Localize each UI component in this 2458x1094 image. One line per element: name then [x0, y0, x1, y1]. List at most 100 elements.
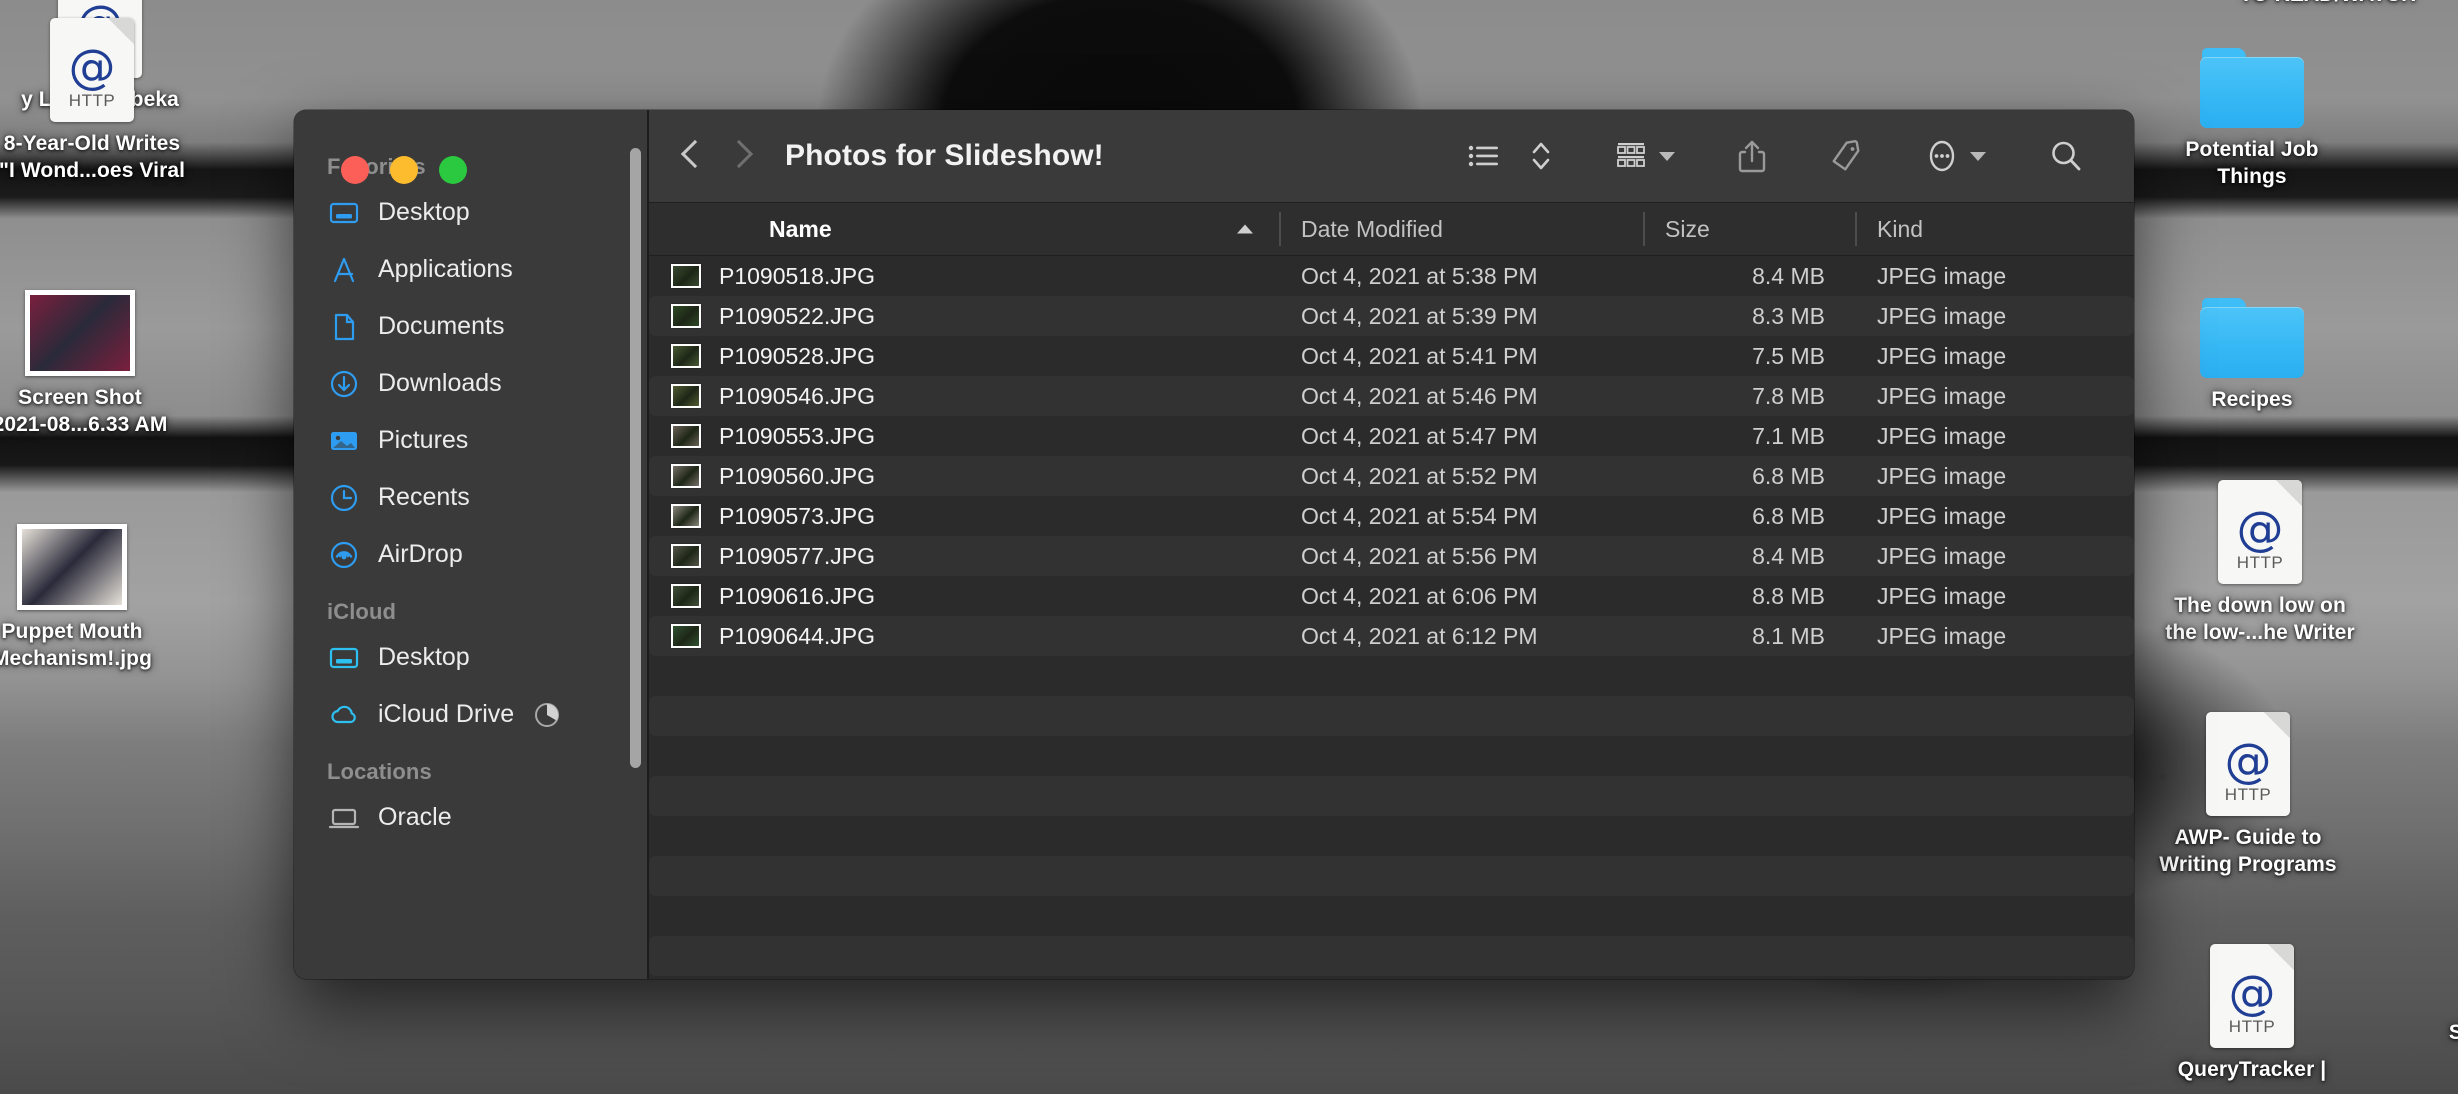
search-icon	[2052, 141, 2081, 171]
table-row[interactable]: P1090553.JPG Oct 4, 2021 at 5:47 PM 7.1 MB…	[649, 416, 2134, 456]
folder-icon	[2200, 48, 2304, 128]
table-row[interactable]: P1090644.JPG Oct 4, 2021 at 6:12 PM 8.1 MB…	[649, 616, 2134, 656]
sidebar-item-downloads[interactable]: Downloads	[294, 355, 649, 412]
sidebar-scrollbar[interactable]	[630, 148, 641, 768]
cloud-icon	[327, 698, 361, 732]
desktop-icon-glyph: @HTTP	[2206, 712, 2290, 816]
file-name-cell: P1090528.JPG	[649, 343, 1279, 370]
table-row[interactable]: P1090616.JPG Oct 4, 2021 at 6:06 PM 8.8 MB…	[649, 576, 2134, 616]
clock-icon	[327, 481, 361, 515]
desktop-icon-label: Screen Shot 2021-08...6.33 AM	[0, 386, 168, 436]
sidebar-item-recents[interactable]: Recents	[294, 469, 649, 526]
file-list[interactable]: P1090518.JPG Oct 4, 2021 at 5:38 PM 8.4 MB…	[649, 256, 2134, 979]
table-row[interactable]: P1090518.JPG Oct 4, 2021 at 5:38 PM 8.4 MB…	[649, 256, 2134, 296]
table-row[interactable]: P1090522.JPG Oct 4, 2021 at 5:39 PM 8.3 MB…	[649, 296, 2134, 336]
column-header-name[interactable]: Name	[649, 203, 1279, 255]
file-name-cell: P1090577.JPG	[649, 543, 1279, 570]
desktop-icon	[327, 641, 361, 675]
close-button[interactable]	[341, 156, 369, 184]
sort-order-button[interactable]	[1516, 128, 1566, 184]
sidebar-item-desktop[interactable]: Desktop	[294, 629, 649, 686]
desktop-icon-to-read-watch-folder[interactable]: TO READ/WATCH	[2228, 0, 2428, 9]
tags-button[interactable]	[1815, 128, 1877, 184]
forward-button[interactable]	[729, 138, 751, 174]
folder-body	[2200, 57, 2304, 128]
back-button[interactable]	[681, 138, 703, 174]
desktop-icon-an-partial-label[interactable]: An	[2404, 306, 2458, 333]
sidebar-item-label: Oracle	[378, 803, 452, 831]
sidebar-item-label: Documents	[378, 312, 505, 340]
sidebar-item-oracle[interactable]: Oracle	[294, 789, 649, 846]
minimize-button[interactable]	[390, 156, 418, 184]
share-button[interactable]	[1723, 128, 1781, 184]
desktop-icon-glyph	[2200, 48, 2304, 128]
sidebar-item-airdrop[interactable]: AirDrop	[294, 526, 649, 583]
desktop-icon-the-down-low-webloc[interactable]: @ HTTP The down low on the low-...he Write…	[2160, 480, 2360, 647]
list-view-button[interactable]	[1454, 128, 1516, 184]
file-date-cell: Oct 4, 2021 at 5:41 PM	[1301, 342, 1538, 369]
folder-icon	[2200, 298, 2304, 378]
group-items-button[interactable]	[1600, 128, 1689, 184]
desktop-icon-uku-partial-label[interactable]: Uku	[2404, 852, 2458, 879]
desktop-icon-glyph: @HTTP	[2218, 480, 2302, 584]
column-header-date-label: Date Modified	[1301, 215, 1443, 242]
webloc-document-icon: @HTTP	[2218, 480, 2302, 584]
list-view-icon	[1468, 145, 1498, 167]
desktop-icon-label: Stuff to	[2448, 1021, 2458, 1044]
file-list-column-headers[interactable]: Name Date Modified Size Kind	[649, 202, 2134, 256]
file-size-cell: 8.4 MB	[1752, 262, 1825, 289]
desktop-icon-fa-partial-label[interactable]: Fa	[2404, 706, 2458, 733]
file-kind-cell: JPEG image	[1877, 502, 2007, 529]
desktop-icon-screen-shot-jpg[interactable]: Screen Shot 2021-08...6.33 AM	[0, 290, 180, 439]
file-thumbnail-icon	[671, 464, 701, 488]
column-header-kind[interactable]: Kind	[1855, 203, 2134, 255]
file-date-cell: Oct 4, 2021 at 5:54 PM	[1301, 502, 1538, 529]
empty-list-row	[649, 736, 2134, 776]
table-row[interactable]: P1090573.JPG Oct 4, 2021 at 5:54 PM 6.8 MB…	[649, 496, 2134, 536]
desktop-icon-stuff-to-partial-label[interactable]: Stuff to	[2386, 1020, 2458, 1047]
file-thumbnail-icon	[671, 344, 701, 368]
sidebar-item-label: Desktop	[378, 643, 470, 671]
table-row[interactable]: P1090577.JPG Oct 4, 2021 at 5:56 PM 8.4 MB…	[649, 536, 2134, 576]
table-row[interactable]: P1090528.JPG Oct 4, 2021 at 5:41 PM 7.5 MB…	[649, 336, 2134, 376]
desktop-icon-label: The down low on the low-...he Writer	[2165, 594, 2355, 644]
table-row[interactable]: P1090546.JPG Oct 4, 2021 at 5:46 PM 7.8 MB…	[649, 376, 2134, 416]
webloc-document-icon: @HTTP	[50, 18, 134, 122]
desktop-icon-writ-partial-label[interactable]: Writ	[2404, 456, 2458, 483]
empty-list-row	[649, 696, 2134, 736]
sidebar-item-desktop[interactable]: Desktop	[294, 184, 649, 241]
zoom-button[interactable]	[439, 156, 467, 184]
desktop-icon-potential-job-things-folder[interactable]: Potential Job Things	[2152, 48, 2352, 191]
file-kind-cell: JPEG image	[1877, 422, 2007, 449]
column-header-kind-label: Kind	[1877, 215, 1924, 242]
finder-sidebar[interactable]: Favorites Desktop Applications Documents Dow…	[294, 110, 649, 979]
search-button[interactable]	[2034, 128, 2098, 184]
sidebar-item-documents[interactable]: Documents	[294, 298, 649, 355]
desktop-icon-querytracker-webloc[interactable]: @ HTTP QueryTracker |	[2152, 944, 2352, 1084]
file-name-cell: P1090546.JPG	[649, 383, 1279, 410]
column-header-date-modified[interactable]: Date Modified	[1279, 203, 1643, 255]
file-name-label: P1090616.JPG	[719, 582, 876, 609]
sidebar-item-icloud-drive[interactable]: iCloud Drive	[294, 686, 649, 743]
laptop-icon	[327, 801, 361, 835]
sidebar-item-pictures[interactable]: Pictures	[294, 412, 649, 469]
desktop-icon-awp-guide-webloc[interactable]: @ HTTP AWP- Guide to Writing Programs	[2148, 712, 2348, 879]
window-controls	[294, 110, 467, 184]
sidebar-item-applications[interactable]: Applications	[294, 241, 649, 298]
finder-window[interactable]: Favorites Desktop Applications Documents Dow…	[294, 110, 2134, 979]
table-row[interactable]: P1090560.JPG Oct 4, 2021 at 5:52 PM 6.8 MB…	[649, 456, 2134, 496]
sidebar-item-label: Pictures	[378, 426, 469, 454]
desktop-icon-stuff-partial-label[interactable]: Stuff	[2400, 1082, 2458, 1094]
desktop-icon-puppet-mouth-mechanism-jpg[interactable]: Puppet Mouth Mechanism!.jpg	[0, 524, 172, 673]
file-kind-cell: JPEG image	[1877, 462, 2007, 489]
sidebar-item-label: Downloads	[378, 369, 502, 397]
desktop-icon-label: 8-Year-Old Writes "I Wond...oes Viral	[0, 132, 186, 182]
file-name-label: P1090577.JPG	[719, 542, 876, 569]
column-header-size[interactable]: Size	[1643, 203, 1855, 255]
desktop-icon-8-year-old-writes-webloc[interactable]: @ HTTP 8-Year-Old Writes "I Wond...oes Vir…	[0, 18, 192, 185]
file-thumbnail-icon	[671, 504, 701, 528]
file-name-cell: P1090616.JPG	[649, 583, 1279, 610]
desktop-icon-glyph	[25, 290, 135, 376]
desktop-icon-recipes-folder[interactable]: Recipes	[2152, 298, 2352, 414]
more-actions-button[interactable]	[1911, 128, 2000, 184]
